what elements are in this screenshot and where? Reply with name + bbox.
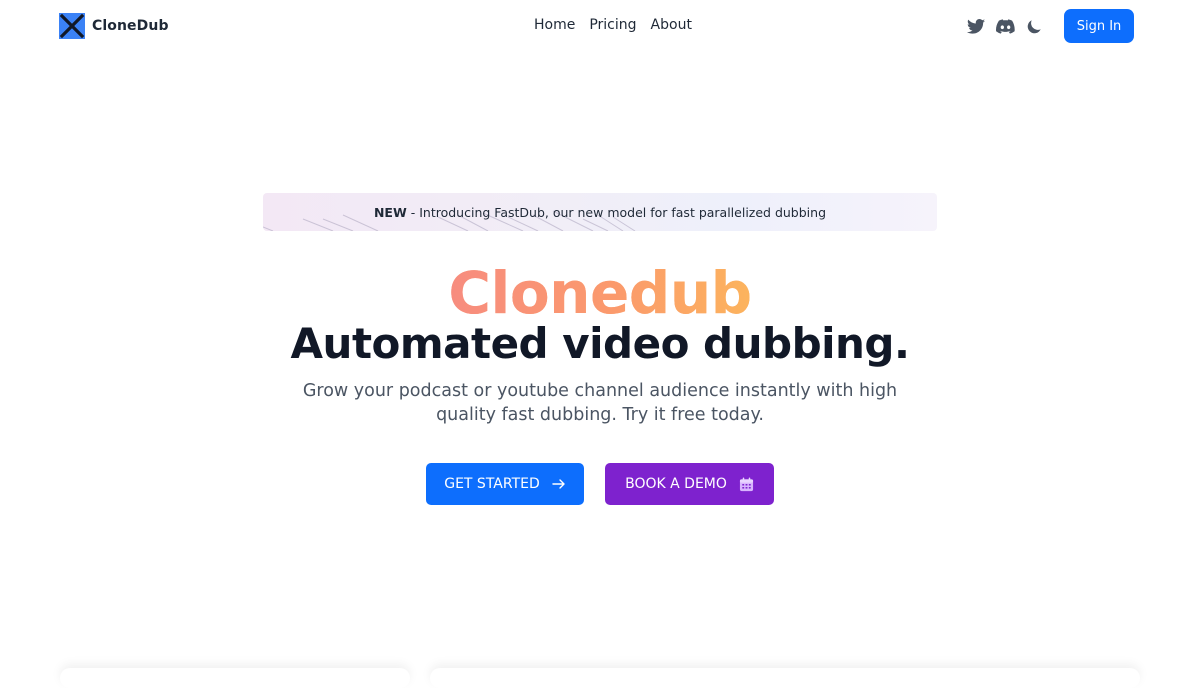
get-started-button[interactable]: GET STARTED bbox=[426, 463, 584, 505]
get-started-label: GET STARTED bbox=[444, 476, 540, 492]
moon-icon[interactable] bbox=[1024, 16, 1044, 36]
nav-home[interactable]: Home bbox=[534, 17, 575, 33]
site-header: CloneDub Home Pricing About Sign In bbox=[0, 0, 1200, 52]
arrow-right-icon bbox=[552, 478, 566, 490]
discord-icon[interactable] bbox=[995, 16, 1015, 36]
nav-about[interactable]: About bbox=[651, 17, 692, 33]
brand-link[interactable]: CloneDub bbox=[59, 13, 169, 39]
hero-title-text: Clonedub bbox=[448, 259, 752, 327]
feature-card-hint-right bbox=[430, 668, 1140, 688]
calendar-icon bbox=[739, 476, 754, 492]
banner-text: NEW - Introducing FastDub, our new model… bbox=[374, 205, 826, 220]
main-nav: Home Pricing About bbox=[534, 17, 692, 33]
announcement-banner[interactable]: NEW - Introducing FastDub, our new model… bbox=[263, 193, 937, 231]
hero-description: Grow your podcast or youtube channel aud… bbox=[302, 381, 898, 425]
twitter-icon[interactable] bbox=[966, 16, 986, 36]
feature-card-hint-left bbox=[60, 668, 410, 688]
hero-subtitle: Automated video dubbing. bbox=[290, 319, 910, 368]
book-demo-button[interactable]: BOOK A DEMO bbox=[605, 463, 774, 505]
nav-pricing[interactable]: Pricing bbox=[589, 17, 636, 33]
banner-new-badge: NEW bbox=[373, 204, 407, 220]
book-demo-label: BOOK A DEMO bbox=[625, 476, 727, 492]
header-icon-group bbox=[966, 16, 1044, 36]
brand-name: CloneDub bbox=[92, 18, 169, 34]
x-logo-icon bbox=[59, 13, 85, 39]
sign-in-button[interactable]: Sign In bbox=[1064, 9, 1134, 43]
banner-message: - Introducing FastDub, our new model for… bbox=[406, 204, 827, 220]
